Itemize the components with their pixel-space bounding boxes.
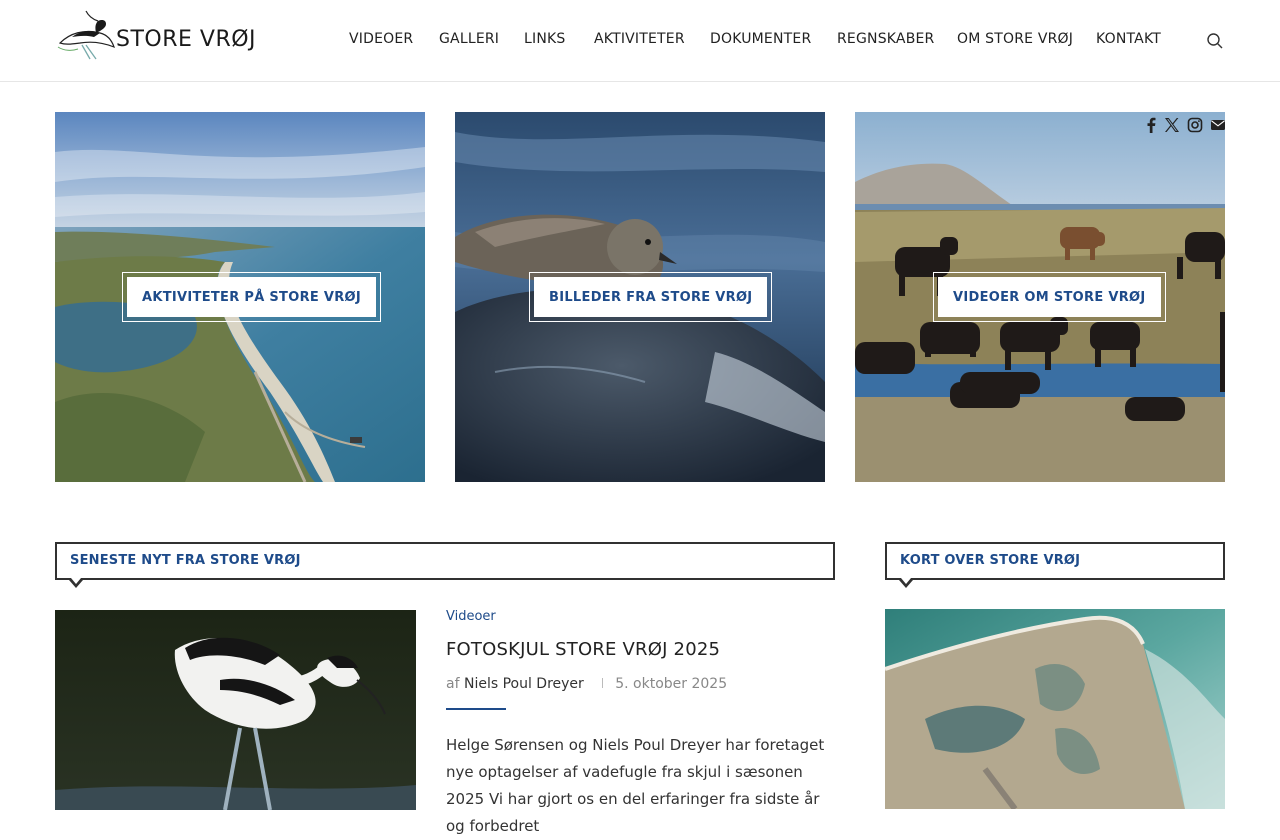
email-icon[interactable] xyxy=(1210,117,1226,133)
site-header: STORE VRØJ VIDEOER GALLERI LINKS AKTIVIT… xyxy=(0,0,1280,82)
logo-text: STORE VRØJ xyxy=(116,27,257,52)
nav-om-store-vroj[interactable]: OM STORE VRØJ xyxy=(957,31,1073,47)
map-heading-text: KORT OVER STORE VRØJ xyxy=(900,553,1081,568)
instagram-icon[interactable] xyxy=(1187,117,1203,133)
feature-button-videoer[interactable]: VIDEOER OM STORE VRØJ xyxy=(933,272,1166,322)
nav-regnskaber[interactable]: REGNSKABER xyxy=(837,31,934,47)
map-image[interactable] xyxy=(885,609,1225,809)
avocet-photo xyxy=(55,610,416,810)
nav-kontakt[interactable]: KONTAKT xyxy=(1096,31,1161,47)
feature-button-billeder[interactable]: BILLEDER FRA STORE VRØJ xyxy=(529,272,773,322)
post-divider xyxy=(446,708,506,710)
post-by-label: af xyxy=(446,676,460,692)
site-logo[interactable]: STORE VRØJ xyxy=(56,7,256,61)
feature-button-label: BILLEDER FRA STORE VRØJ xyxy=(534,277,768,317)
satellite-map xyxy=(885,609,1225,809)
feature-billeder[interactable]: BILLEDER FRA STORE VRØJ xyxy=(455,112,825,482)
post-category[interactable]: Videoer xyxy=(446,609,496,624)
nav-aktiviteter[interactable]: AKTIVITETER xyxy=(594,31,685,47)
heading-pointer-inner xyxy=(901,578,911,584)
feature-button-label: AKTIVITETER PÅ STORE VRØJ xyxy=(127,277,377,317)
nav-links[interactable]: LINKS xyxy=(524,31,565,47)
x-icon[interactable] xyxy=(1164,117,1180,133)
feature-aktiviteter[interactable]: AKTIVITETER PÅ STORE VRØJ xyxy=(55,112,425,482)
post-date: 5. oktober 2025 xyxy=(615,676,728,692)
feature-videoer[interactable]: VIDEOER OM STORE VRØJ xyxy=(855,112,1225,482)
news-section-heading: SENESTE NYT FRA STORE VRØJ xyxy=(55,542,835,588)
heading-pointer-inner xyxy=(71,578,81,584)
feature-button-label: VIDEOER OM STORE VRØJ xyxy=(938,277,1161,317)
post-excerpt: Helge Sørensen og Niels Poul Dreyer har … xyxy=(446,736,825,835)
post-thumbnail[interactable] xyxy=(55,610,416,810)
news-heading-text: SENESTE NYT FRA STORE VRØJ xyxy=(70,553,301,568)
nav-dokumenter[interactable]: DOKUMENTER xyxy=(710,31,811,47)
post-meta: af Niels Poul Dreyer 5. oktober 2025 xyxy=(446,676,727,692)
meta-separator xyxy=(602,678,604,688)
nav-galleri[interactable]: GALLERI xyxy=(439,31,499,47)
nav-videoer[interactable]: VIDEOER xyxy=(349,31,413,47)
map-section-heading: KORT OVER STORE VRØJ xyxy=(885,542,1225,588)
search-icon[interactable] xyxy=(1206,32,1224,50)
feature-button-aktiviteter[interactable]: AKTIVITETER PÅ STORE VRØJ xyxy=(122,272,382,322)
post-author[interactable]: Niels Poul Dreyer xyxy=(464,676,584,692)
post-title[interactable]: FOTOSKJUL STORE VRØJ 2025 xyxy=(446,639,720,660)
avocet-logo-icon xyxy=(57,10,115,60)
facebook-icon[interactable] xyxy=(1143,117,1159,133)
